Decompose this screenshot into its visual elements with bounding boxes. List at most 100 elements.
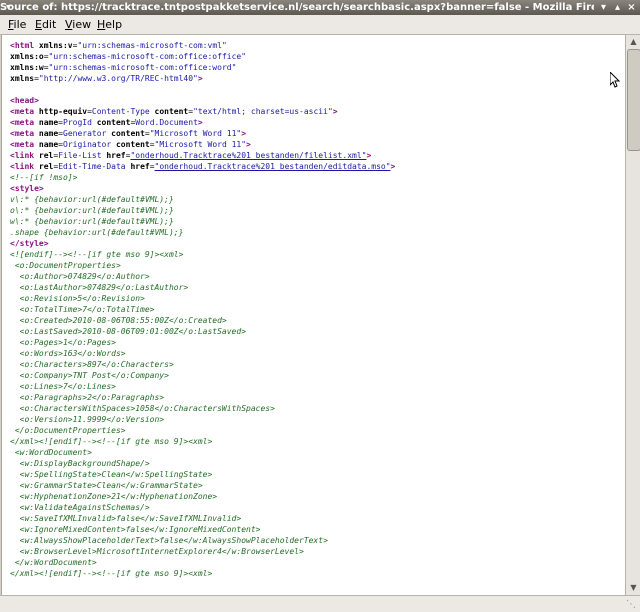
source-line: <![endif]--><!--[if gte mso 9]><xml> bbox=[10, 250, 183, 259]
source-line: <o:DocumentProperties> bbox=[10, 261, 121, 270]
minimize-icon[interactable]: ▾ bbox=[598, 2, 609, 13]
mouse-cursor-icon bbox=[610, 72, 620, 88]
source-token: content bbox=[96, 118, 131, 127]
menu-edit-accel: E bbox=[35, 18, 42, 31]
source-token: > bbox=[332, 107, 338, 116]
source-line: <!--[if !mso]> bbox=[10, 173, 77, 182]
source-token: <style> bbox=[10, 184, 44, 193]
source-token[interactable]: "onderhoud.Tracktrace%201_bestanden/edit… bbox=[155, 162, 391, 171]
source-token: > bbox=[246, 140, 251, 149]
source-token: "http://www.w3.org/TR/REC-html40" bbox=[38, 74, 198, 83]
source-line: o\:* {behavior:url(#default#VML);} bbox=[10, 206, 174, 215]
source-token: <w:WordDocument> bbox=[10, 448, 92, 457]
source-token: <w:BrowserLevel>MicrosoftInternetExplore… bbox=[10, 547, 304, 556]
arrow-up-icon[interactable]: ▲ bbox=[628, 36, 639, 48]
source-token: <meta bbox=[10, 140, 39, 149]
source-token: > bbox=[197, 74, 203, 83]
source-token: ProgId bbox=[63, 118, 97, 127]
source-token: </xml><![endif]--><!--[if gte mso 9]><xm… bbox=[10, 569, 213, 578]
source-line: <o:Company>TNT Post</o:Company> bbox=[10, 371, 169, 380]
source-line: <style> bbox=[10, 184, 44, 193]
source-token: <o:Lines>7</o:Lines> bbox=[10, 382, 116, 391]
source-token: <link bbox=[10, 151, 39, 160]
vertical-scrollbar[interactable]: ▲ ▼ bbox=[625, 35, 640, 595]
browser-window: ▾ Source of: https://tracktrace.tntpostp… bbox=[0, 0, 640, 612]
source-line: </style> bbox=[10, 239, 49, 248]
menu-file[interactable]: File bbox=[8, 15, 26, 34]
source-line: <w:SaveIfXMLInvalid>false</w:SaveIfXMLIn… bbox=[10, 514, 242, 523]
source-token: <o:LastAuthor>074829</o:LastAuthor> bbox=[10, 283, 189, 292]
source-token: content bbox=[154, 107, 189, 116]
maximize-icon[interactable]: ▴ bbox=[612, 2, 623, 13]
source-token: <o:DocumentProperties> bbox=[10, 261, 121, 270]
menu-view[interactable]: View bbox=[65, 15, 91, 34]
window-title: Source of: https://tracktrace.tntpostpak… bbox=[0, 2, 594, 13]
source-line: xmlns="http://www.w3.org/TR/REC-html40"> bbox=[10, 74, 203, 83]
source-token: Word.Document bbox=[135, 118, 198, 127]
source-token: name bbox=[38, 118, 59, 127]
source-token: xmlns bbox=[10, 74, 35, 83]
source-line: <o:LastSaved>2010-08-06T09:01:00Z</o:Las… bbox=[10, 327, 246, 336]
source-token: content bbox=[111, 129, 145, 138]
source-line: <o:CharactersWithSpaces>1058</o:Characte… bbox=[10, 404, 275, 413]
source-token: <w:SpellingState>Clean</w:SpellingState> bbox=[10, 470, 213, 479]
menu-help[interactable]: Help bbox=[97, 15, 122, 34]
source-token: Generator bbox=[63, 129, 112, 138]
source-token: "Microsoft Word 11" bbox=[149, 129, 242, 138]
source-token: <meta bbox=[10, 129, 39, 138]
source-token: > bbox=[241, 129, 247, 138]
source-line: xmlns:o="urn:schemas-microsoft-com:offic… bbox=[10, 52, 246, 61]
source-token: rel bbox=[38, 162, 54, 171]
status-bar: ⋱ bbox=[0, 595, 640, 612]
source-token: <![endif]--><!--[if gte mso 9]><xml> bbox=[10, 250, 184, 259]
source-line: <o:TotalTime>7</o:TotalTime> bbox=[10, 305, 155, 314]
menu-edit[interactable]: Edit bbox=[35, 15, 56, 34]
close-icon[interactable]: × bbox=[626, 2, 637, 13]
source-token: > bbox=[366, 151, 372, 160]
menu-file-label: ile bbox=[13, 18, 27, 31]
source-token: xmlns:v bbox=[38, 41, 73, 50]
source-line: xmlns:w="urn:schemas-microsoft-com:offic… bbox=[10, 63, 236, 72]
title-bar[interactable]: ▾ Source of: https://tracktrace.tntpostp… bbox=[0, 0, 640, 15]
source-line: w\:* {behavior:url(#default#VML);} bbox=[10, 217, 174, 226]
source-line: <w:GrammarState>Clean</w:GrammarState> bbox=[10, 481, 203, 490]
resize-grip-icon[interactable]: ⋱ bbox=[626, 599, 638, 611]
source-line: <html xmlns:v="urn:schemas-microsoft-com… bbox=[10, 41, 227, 50]
scrollbar-thumb[interactable] bbox=[627, 49, 640, 151]
source-token: o\:* {behavior:url(#default#VML);} bbox=[10, 206, 174, 215]
source-line: <o:Words>163</o:Words> bbox=[10, 349, 126, 358]
source-token: name bbox=[38, 140, 59, 149]
source-token: <w:SaveIfXMLInvalid>false</w:SaveIfXMLIn… bbox=[10, 514, 242, 523]
source-line: <w:AlwaysShowPlaceholderText>false</w:Al… bbox=[10, 536, 328, 545]
source-token[interactable]: "onderhoud.Tracktrace%201_bestanden/file… bbox=[130, 151, 366, 160]
source-line: <o:Created>2010-08-06T08:55:00Z</o:Creat… bbox=[10, 316, 227, 325]
source-token: "Microsoft Word 11" bbox=[154, 140, 247, 149]
source-token: href bbox=[106, 151, 126, 160]
source-token: <o:Company>TNT Post</o:Company> bbox=[10, 371, 169, 380]
source-line: <meta http-equiv=Content-Type content="t… bbox=[10, 107, 338, 116]
source-token: <o:Revision>5</o:Revision> bbox=[10, 294, 145, 303]
source-line: <w:WordDocument> bbox=[10, 448, 92, 457]
source-line: <o:Lines>7</o:Lines> bbox=[10, 382, 116, 391]
source-line: <w:ValidateAgainstSchemas/> bbox=[10, 503, 150, 512]
source-line: <w:DisplayBackgroundShape/> bbox=[10, 459, 150, 468]
source-line: </xml><![endif]--><!--[if gte mso 9]><xm… bbox=[10, 569, 212, 578]
source-token: <o:TotalTime>7</o:TotalTime> bbox=[10, 305, 155, 314]
source-line: <w:IgnoreMixedContent>false</w:IgnoreMix… bbox=[10, 525, 261, 534]
source-token: <o:Author>074829</o:Author> bbox=[10, 272, 150, 281]
source-token: <meta bbox=[10, 107, 39, 116]
source-token: Originator bbox=[63, 140, 116, 149]
menu-view-label: iew bbox=[72, 18, 92, 31]
source-token: </w:WordDocument> bbox=[10, 558, 97, 567]
source-view[interactable]: <html xmlns:v="urn:schemas-microsoft-com… bbox=[1, 35, 625, 595]
source-token: <w:DisplayBackgroundShape/> bbox=[10, 459, 150, 468]
source-line: <o:Revision>5</o:Revision> bbox=[10, 294, 145, 303]
source-token: "text/html; charset=us-ascii" bbox=[193, 107, 333, 116]
source-line: </w:WordDocument> bbox=[10, 558, 97, 567]
source-token: http-equiv bbox=[38, 107, 88, 116]
menu-edit-label: dit bbox=[41, 18, 57, 31]
source-token: <!--[if !mso]> bbox=[10, 173, 78, 182]
menu-bar: File Edit View Help bbox=[0, 15, 640, 35]
source-token: <w:GrammarState>Clean</w:GrammarState> bbox=[10, 481, 203, 490]
arrow-down-icon[interactable]: ▼ bbox=[628, 582, 639, 594]
